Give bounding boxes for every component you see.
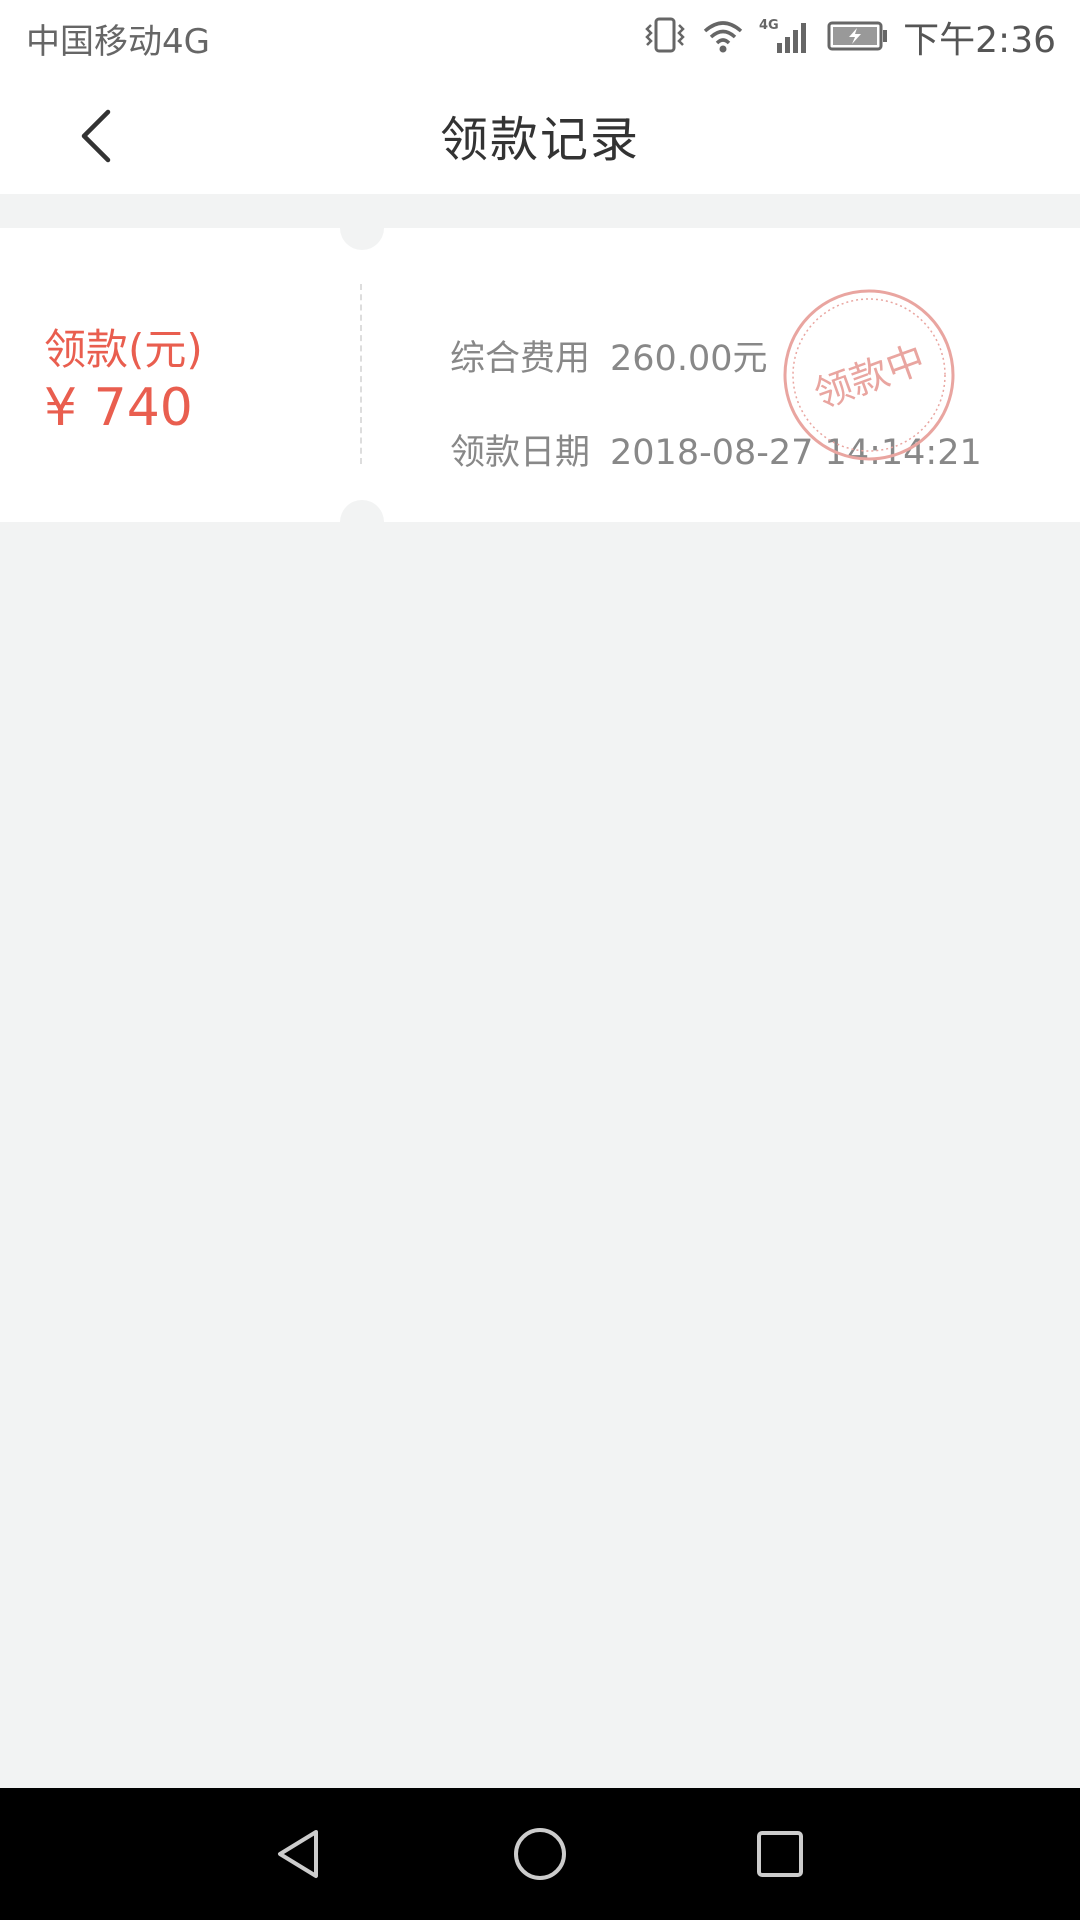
status-stamp: 领款中 [783, 289, 955, 461]
ticket-notch [340, 206, 384, 250]
ticket-notch [340, 500, 384, 544]
record-card[interactable]: 领款(元) ¥ 740 综合费用 260.00元 领款日期 2018-08-27 1… [0, 206, 1080, 544]
amount-label: 领款(元) [44, 325, 203, 374]
wifi-icon [701, 15, 745, 59]
battery-charging-icon [827, 15, 889, 59]
status-bar: 中国移动4G 4G 下午2:36 [0, 0, 1080, 76]
amount-value: ¥ 740 [44, 378, 193, 438]
fee-value: 260.00元 [610, 339, 768, 379]
page-title: 领款记录 [439, 112, 640, 168]
recents-square-icon [757, 1831, 803, 1877]
date-label: 领款日期 [450, 433, 591, 473]
status-icons: 4G 下午2:36 [643, 12, 1056, 62]
system-navigation-bar [0, 1788, 1080, 1920]
home-circle-icon [514, 1828, 566, 1880]
header: 领款记录 [0, 76, 1080, 194]
system-recents-button[interactable] [744, 1818, 816, 1890]
system-home-button[interactable] [504, 1818, 576, 1890]
carrier-label: 中国移动4G [26, 22, 210, 62]
back-triangle-icon [278, 1830, 318, 1878]
fee-row: 综合费用 260.00元 [450, 330, 767, 381]
dashed-divider [360, 284, 362, 464]
stamp-text: 领款中 [809, 337, 931, 417]
fee-label: 综合费用 [450, 339, 591, 379]
vibrate-icon [643, 15, 687, 59]
cellular-signal-icon: 4G [759, 15, 813, 59]
system-back-button[interactable] [262, 1818, 334, 1890]
network-type-label: 4G [759, 18, 779, 33]
status-time: 下午2:36 [903, 20, 1056, 61]
